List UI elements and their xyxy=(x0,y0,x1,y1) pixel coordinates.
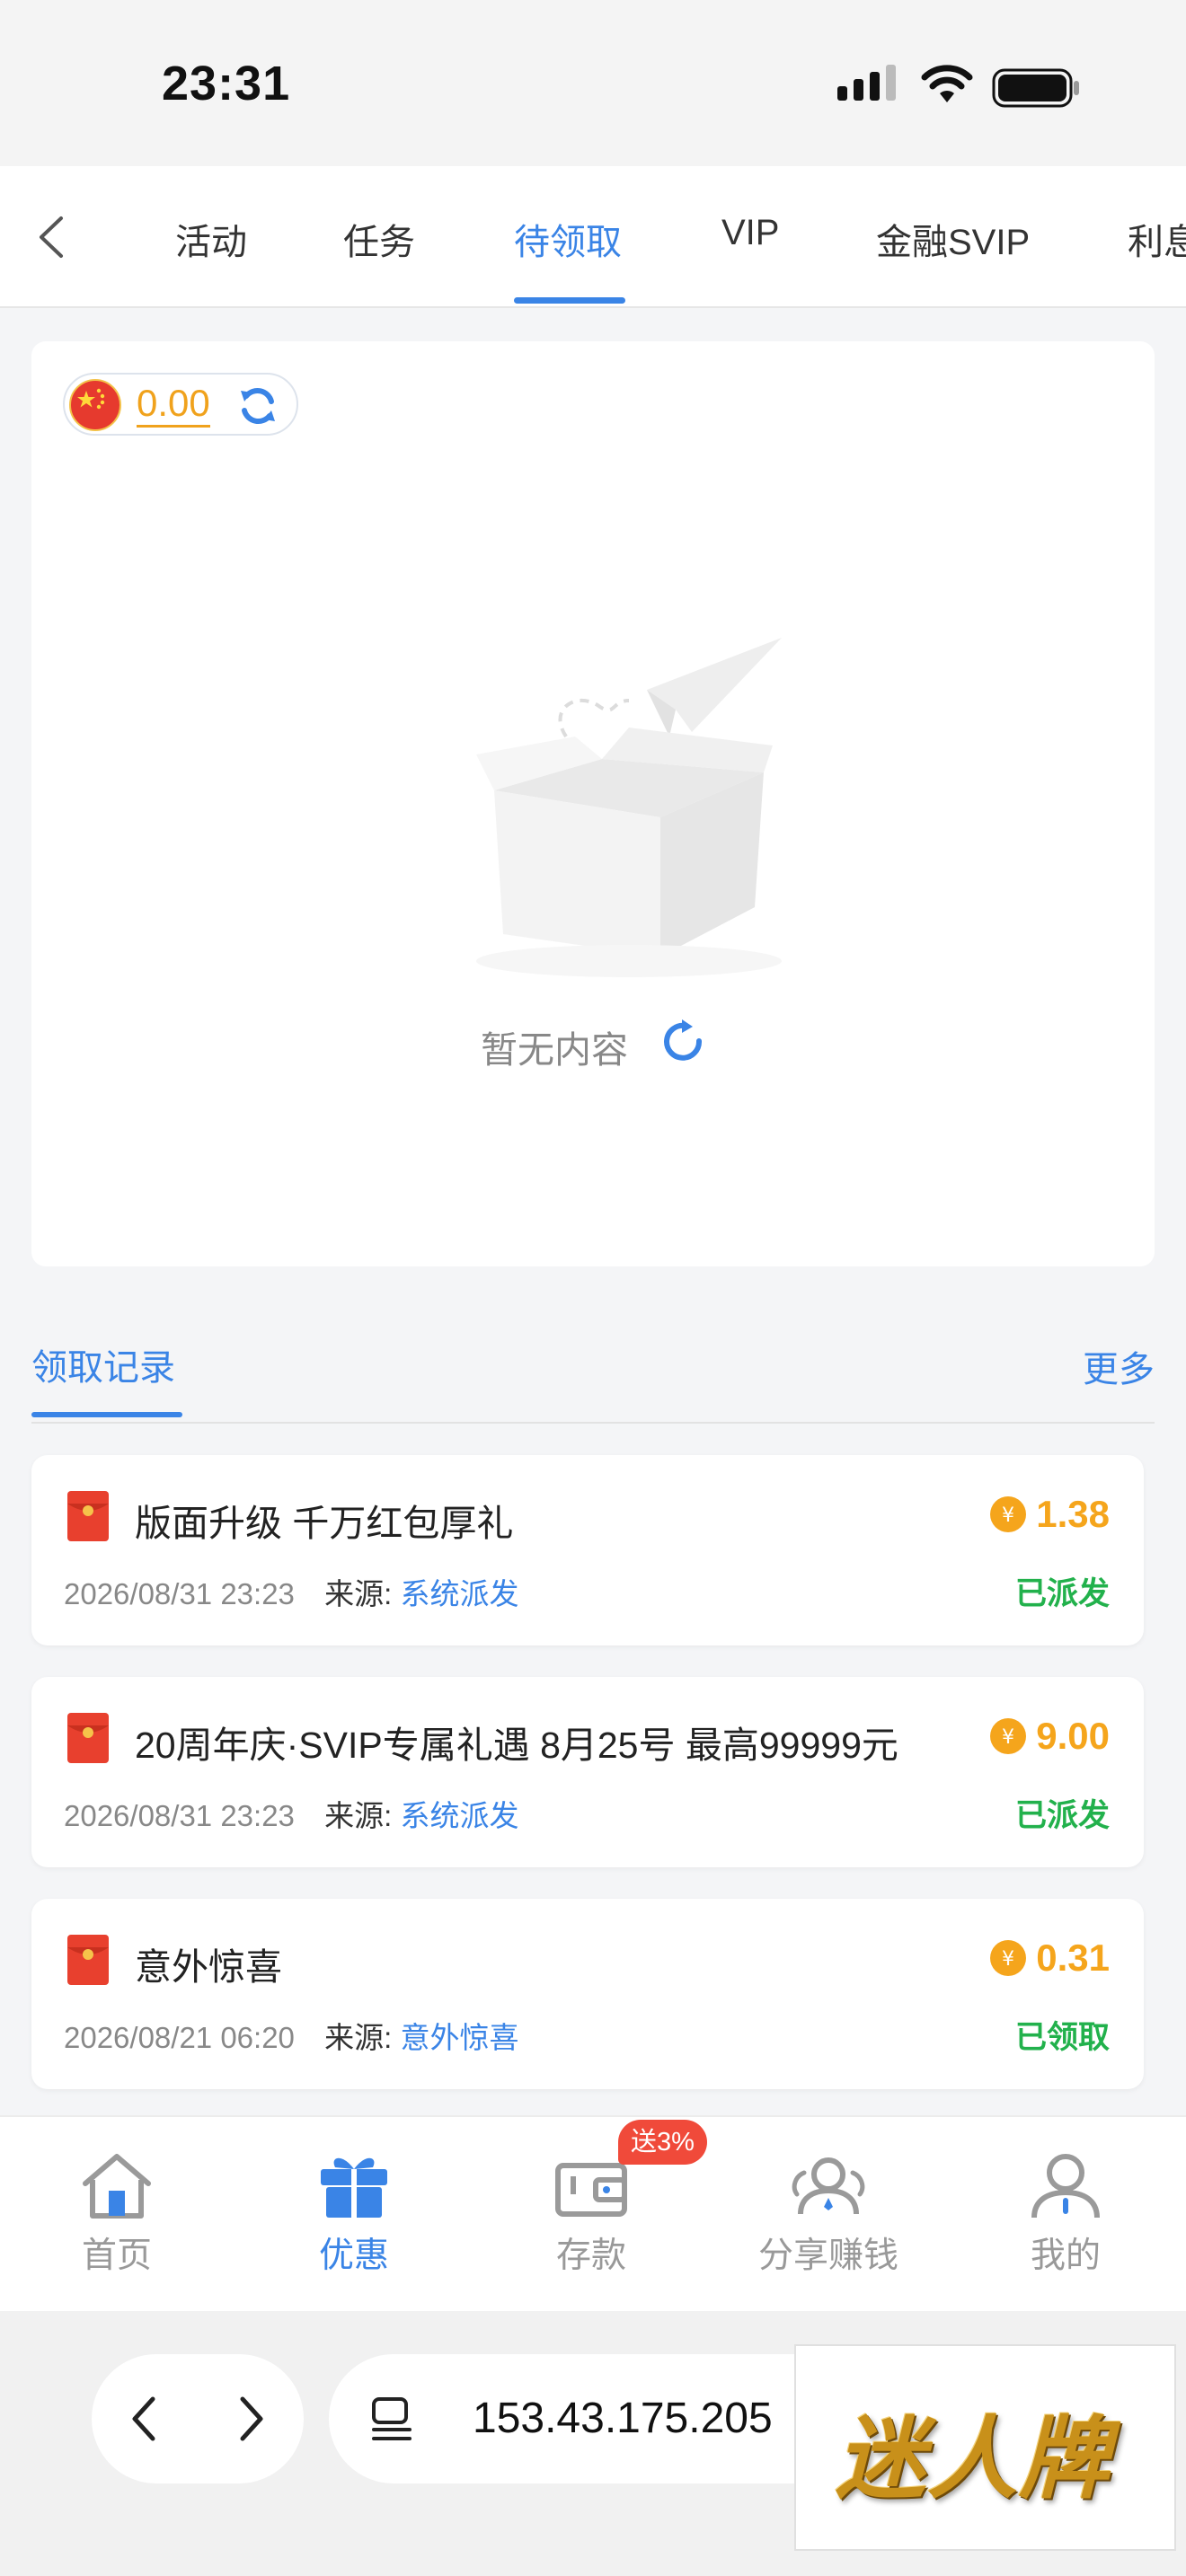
nav-share-earn-label: 分享赚钱 xyxy=(757,2236,898,2275)
tab-finance-svip[interactable]: 金融SVIP xyxy=(876,213,1030,265)
record-title: 20周年庆·SVIP专属礼遇 8月25号 最高99999元 xyxy=(135,1725,898,1766)
nav-deposit[interactable]: 存款 xyxy=(510,2151,672,2277)
tab-tasks[interactable]: 任务 xyxy=(343,213,415,265)
status-icons xyxy=(837,63,1089,108)
balance-refresh-icon[interactable] xyxy=(235,384,280,428)
record-status: 已派发 xyxy=(1014,1798,1110,1833)
brand-logo-text: 迷人牌 xyxy=(836,2405,1111,2511)
record-status: 已领取 xyxy=(1014,2020,1110,2055)
pending-claim-card: 0.00 暂无内容 xyxy=(31,341,1155,1266)
deposit-bonus-badge: 送3% xyxy=(618,2120,707,2165)
red-envelope-icon xyxy=(67,1935,109,1985)
claim-record-item[interactable]: 版面升级 千万红包厚礼 ¥ 1.38 2026/08/31 23:23 来源: … xyxy=(31,1455,1144,1645)
nav-share-earn[interactable]: 分享赚钱 xyxy=(748,2151,909,2277)
share-people-icon xyxy=(792,2157,865,2215)
record-title: 意外惊喜 xyxy=(135,1946,282,1988)
record-status: 已派发 xyxy=(1014,1576,1110,1611)
record-datetime: 2026/08/31 23:23 xyxy=(64,1577,295,1610)
claim-records-header: 领取记录 更多 xyxy=(31,1338,1155,1424)
record-amount-value: 1.38 xyxy=(1036,1493,1110,1535)
yuan-coin-icon: ¥ xyxy=(990,1940,1027,1976)
record-amount-value: 0.31 xyxy=(1036,1936,1110,1979)
nav-deposit-label: 存款 xyxy=(555,2236,626,2275)
record-source-label: 来源: xyxy=(324,1577,393,1610)
browser-nav-controls xyxy=(92,2354,304,2483)
battery-icon xyxy=(992,68,1079,108)
tab-activity[interactable]: 活动 xyxy=(175,213,247,265)
user-icon xyxy=(1031,2154,1100,2219)
claim-record-item[interactable]: 意外惊喜 ¥ 0.31 2026/08/21 06:20 来源: 意外惊喜 已领… xyxy=(31,1899,1144,2089)
record-source-label: 来源: xyxy=(324,2021,393,2054)
svg-text:¥: ¥ xyxy=(1002,1504,1014,1527)
tab-interest[interactable]: 利息 xyxy=(1128,213,1186,265)
gift-icon xyxy=(321,2157,387,2218)
empty-refresh-icon[interactable] xyxy=(659,1018,707,1066)
record-amount-value: 9.00 xyxy=(1036,1715,1110,1757)
tab-vip[interactable]: VIP xyxy=(721,213,779,253)
record-datetime: 2026/08/21 06:20 xyxy=(64,2021,295,2054)
record-source: 系统派发 xyxy=(400,1799,519,1832)
tab-pending-claim[interactable]: 待领取 xyxy=(514,213,622,265)
records-more-link[interactable]: 更多 xyxy=(1083,1340,1155,1392)
nav-promotions[interactable]: 优惠 xyxy=(273,2151,435,2277)
status-bar: 23:31 xyxy=(0,0,1186,166)
nav-promotions-label: 优惠 xyxy=(318,2236,389,2275)
back-arrow-icon[interactable] xyxy=(34,215,70,260)
record-datetime: 2026/08/31 23:23 xyxy=(64,1799,295,1832)
wifi-icon xyxy=(921,65,973,102)
yuan-coin-icon: ¥ xyxy=(990,1496,1027,1532)
claim-record-item[interactable]: 20周年庆·SVIP专属礼遇 8月25号 最高99999元 ¥ 9.00 202… xyxy=(31,1677,1144,1867)
record-source-label: 来源: xyxy=(324,1799,393,1832)
svg-text:¥: ¥ xyxy=(1002,1726,1014,1749)
records-title-underline xyxy=(31,1412,182,1417)
wallet-balance-value: 0.00 xyxy=(137,384,210,428)
red-envelope-icon xyxy=(67,1491,109,1541)
record-source: 意外惊喜 xyxy=(400,2021,519,2054)
nav-home[interactable]: 首页 xyxy=(36,2151,198,2277)
browser-back-icon[interactable] xyxy=(126,2392,162,2446)
yuan-coin-icon: ¥ xyxy=(990,1718,1027,1754)
bottom-nav: 首页 优惠 存款 分享赚钱 我的 xyxy=(0,2115,1186,2311)
brand-logo: 迷人牌 xyxy=(794,2344,1176,2551)
record-meta: 2026/08/31 23:23 来源: 系统派发 xyxy=(64,1570,518,1613)
wallet-balance-pill: 0.00 xyxy=(63,373,298,436)
red-envelope-icon xyxy=(67,1713,109,1763)
svg-text:¥: ¥ xyxy=(1002,1948,1014,1971)
nav-mine-label: 我的 xyxy=(1030,2236,1101,2275)
nav-home-label: 首页 xyxy=(81,2236,152,2275)
record-amount: ¥ 0.31 xyxy=(989,1933,1110,1983)
top-tab-bar: 活动 任务 待领取 VIP 金融SVIP 利息 xyxy=(0,166,1186,308)
record-source: 系统派发 xyxy=(400,1577,519,1610)
home-icon xyxy=(83,2154,151,2219)
page-menu-icon[interactable] xyxy=(368,2395,415,2442)
record-amount: ¥ 9.00 xyxy=(989,1711,1110,1761)
empty-state-text: 暂无内容 xyxy=(481,1029,628,1071)
record-meta: 2026/08/31 23:23 来源: 系统派发 xyxy=(64,1792,518,1835)
nav-mine[interactable]: 我的 xyxy=(985,2151,1146,2277)
status-time: 23:31 xyxy=(162,57,291,110)
browser-url-text: 153.43.175.205 xyxy=(473,2395,773,2442)
empty-box-illustration xyxy=(476,638,782,977)
record-amount: ¥ 1.38 xyxy=(989,1489,1110,1539)
browser-forward-icon[interactable] xyxy=(234,2392,270,2446)
record-meta: 2026/08/21 06:20 来源: 意外惊喜 xyxy=(64,2014,518,2057)
claim-records-title[interactable]: 领取记录 xyxy=(31,1338,175,1390)
active-tab-indicator xyxy=(514,297,625,304)
record-title: 版面升级 千万红包厚礼 xyxy=(135,1503,514,1544)
china-flag-icon xyxy=(69,379,121,431)
